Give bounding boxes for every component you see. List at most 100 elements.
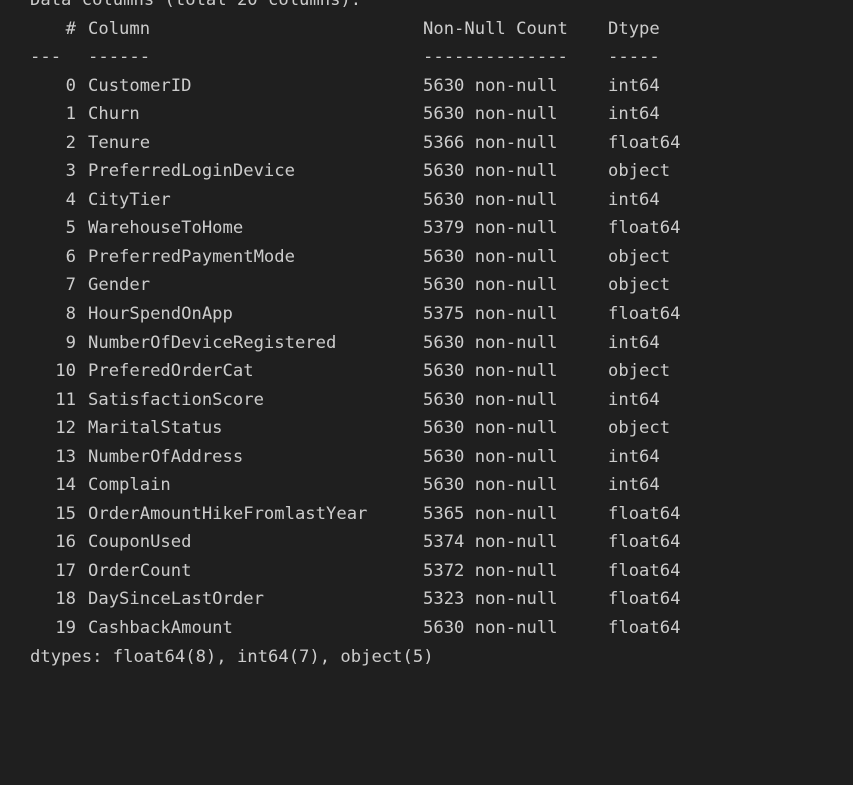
row-dtype: object (608, 275, 671, 296)
row-dtype: int64 (608, 475, 660, 496)
row-index: 16 (55, 532, 76, 553)
table-row: 17 OrderCount 5372 non-null float64 (30, 557, 853, 586)
row-column-name: PreferredPaymentMode (88, 246, 295, 267)
row-dtype: float64 (608, 218, 681, 239)
separator-count: -------------- (423, 47, 568, 68)
row-non-null-count: 5630 non-null (423, 475, 558, 496)
table-row: 11 SatisfactionScore 5630 non-null int64 (30, 386, 853, 415)
row-dtype: int64 (608, 389, 660, 410)
table-row: 19 CashbackAmount 5630 non-null float64 (30, 614, 853, 643)
table-row: 5 WarehouseToHome 5379 non-null float64 (30, 214, 853, 243)
table-row: 14 Complain 5630 non-null int64 (30, 471, 853, 500)
row-index: 7 (65, 275, 76, 296)
row-index: 1 (65, 104, 76, 125)
row-non-null-count: 5630 non-null (423, 418, 558, 439)
separator-index: --- (30, 47, 62, 68)
row-dtype: float64 (608, 132, 681, 153)
table-row: 1 Churn 5630 non-null int64 (30, 100, 853, 129)
row-index: 2 (65, 132, 76, 153)
row-index: 8 (65, 304, 76, 325)
row-dtype: int64 (608, 75, 660, 96)
row-index: 12 (55, 418, 76, 439)
table-row: 2 Tenure 5366 non-null float64 (30, 129, 853, 158)
row-dtype: int64 (608, 446, 660, 467)
table-row: 18 DaySinceLastOrder 5323 non-null float… (30, 585, 853, 614)
header-index: # (65, 18, 76, 39)
output-title-text: Data columns (total 20 columns): (30, 0, 362, 10)
row-column-name: SatisfactionScore (88, 389, 264, 410)
row-non-null-count: 5630 non-null (423, 189, 558, 210)
row-non-null-count: 5630 non-null (423, 361, 558, 382)
table-row: 10 PreferedOrderCat 5630 non-null object (30, 357, 853, 386)
row-dtype: float64 (608, 304, 681, 325)
table-separator-row: --- ------ -------------- ----- (30, 43, 853, 72)
row-non-null-count: 5372 non-null (423, 560, 558, 581)
row-index: 3 (65, 161, 76, 182)
row-non-null-count: 5630 non-null (423, 389, 558, 410)
row-column-name: Gender (88, 275, 151, 296)
row-non-null-count: 5630 non-null (423, 161, 558, 182)
table-row: 15 OrderAmountHikeFromlastYear 5365 non-… (30, 500, 853, 529)
table-row: 6 PreferredPaymentMode 5630 non-null obj… (30, 243, 853, 272)
row-column-name: CustomerID (88, 75, 192, 96)
row-index: 14 (55, 475, 76, 496)
row-dtype: object (608, 418, 671, 439)
row-column-name: CashbackAmount (88, 618, 233, 639)
table-row: 12 MaritalStatus 5630 non-null object (30, 414, 853, 443)
separator-dtype: ----- (608, 47, 660, 68)
row-column-name: WarehouseToHome (88, 218, 244, 239)
row-non-null-count: 5630 non-null (423, 275, 558, 296)
row-index: 0 (65, 75, 76, 96)
output-title-line: Data columns (total 20 columns): (30, 0, 853, 15)
row-column-name: DaySinceLastOrder (88, 589, 264, 610)
header-dtype: Dtype (608, 18, 660, 39)
row-non-null-count: 5323 non-null (423, 589, 558, 610)
row-non-null-count: 5365 non-null (423, 503, 558, 524)
row-dtype: int64 (608, 332, 660, 353)
row-index: 5 (65, 218, 76, 239)
row-index: 18 (55, 589, 76, 610)
row-index: 15 (55, 503, 76, 524)
row-column-name: PreferedOrderCat (88, 361, 254, 382)
row-column-name: NumberOfAddress (88, 446, 244, 467)
row-column-name: MaritalStatus (88, 418, 223, 439)
row-dtype: float64 (608, 618, 681, 639)
row-index: 13 (55, 446, 76, 467)
row-index: 4 (65, 189, 76, 210)
row-non-null-count: 5630 non-null (423, 446, 558, 467)
header-column: Column (88, 18, 151, 39)
table-header-row: # Column Non-Null Count Dtype (30, 15, 853, 44)
row-column-name: OrderAmountHikeFromlastYear (88, 503, 368, 524)
row-column-name: Complain (88, 475, 171, 496)
row-index: 6 (65, 246, 76, 267)
row-index: 9 (65, 332, 76, 353)
header-count: Non-Null Count (423, 18, 568, 39)
row-dtype: object (608, 361, 671, 382)
row-column-name: CouponUsed (88, 532, 192, 553)
row-non-null-count: 5366 non-null (423, 132, 558, 153)
row-non-null-count: 5630 non-null (423, 104, 558, 125)
separator-column: ------ (88, 47, 151, 68)
dtypes-summary-text: dtypes: float64(8), int64(7), object(5) (30, 646, 434, 667)
table-row: 8 HourSpendOnApp 5375 non-null float64 (30, 300, 853, 329)
dtypes-summary-line: dtypes: float64(8), int64(7), object(5) (30, 643, 853, 672)
row-non-null-count: 5379 non-null (423, 218, 558, 239)
table-row: 13 NumberOfAddress 5630 non-null int64 (30, 443, 853, 472)
row-column-name: Tenure (88, 132, 151, 153)
table-row: 7 Gender 5630 non-null object (30, 271, 853, 300)
row-dtype: float64 (608, 503, 681, 524)
row-dtype: object (608, 246, 671, 267)
row-dtype: float64 (608, 532, 681, 553)
row-column-name: PreferredLoginDevice (88, 161, 295, 182)
row-index: 19 (55, 618, 76, 639)
row-index: 10 (55, 361, 76, 382)
table-row: 0 CustomerID 5630 non-null int64 (30, 72, 853, 101)
row-non-null-count: 5630 non-null (423, 332, 558, 353)
table-body: 0 CustomerID 5630 non-null int64 1 Churn… (30, 72, 853, 643)
row-dtype: int64 (608, 104, 660, 125)
cell-output: Data columns (total 20 columns): # Colum… (30, 0, 853, 671)
row-column-name: NumberOfDeviceRegistered (88, 332, 337, 353)
row-dtype: object (608, 161, 671, 182)
row-dtype: float64 (608, 560, 681, 581)
row-column-name: CityTier (88, 189, 171, 210)
